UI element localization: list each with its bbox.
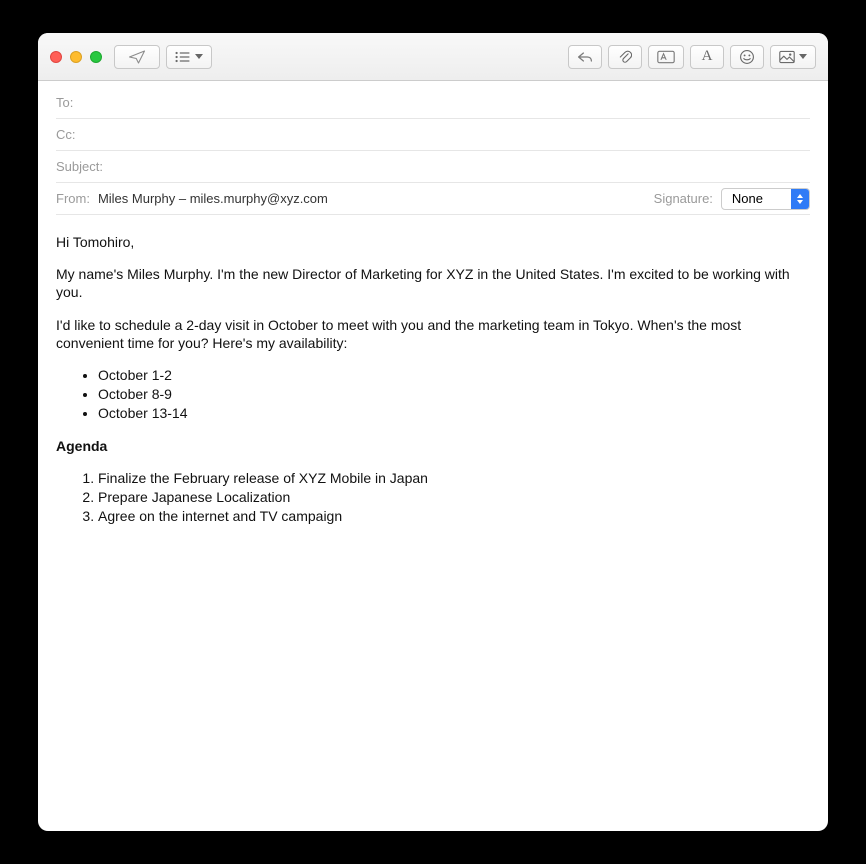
greeting: Hi Tomohiro, [56, 233, 810, 251]
font-icon: A [702, 48, 713, 65]
to-row: To: [56, 87, 810, 119]
list-item: Prepare Japanese Localization [98, 488, 810, 506]
titlebar: A [38, 33, 828, 81]
attach-button[interactable] [608, 45, 642, 69]
zoom-button[interactable] [90, 51, 102, 63]
paperclip-icon [618, 49, 632, 65]
agenda-heading: Agenda [56, 438, 107, 454]
photo-icon [779, 50, 795, 64]
cc-label: Cc: [56, 127, 76, 142]
list-item: Agree on the internet and TV campaign [98, 507, 810, 525]
to-input[interactable] [81, 95, 810, 110]
compose-window: A To: [38, 33, 828, 831]
signature-select[interactable]: None [721, 188, 810, 210]
intro-paragraph: My name's Miles Murphy. I'm the new Dire… [56, 265, 810, 301]
markup-icon [657, 50, 675, 64]
agenda-list: Finalize the February release of XYZ Mob… [98, 469, 810, 526]
markup-button[interactable] [648, 45, 684, 69]
reply-button[interactable] [568, 45, 602, 69]
toolbar-right: A [568, 45, 816, 69]
signature-value: None [722, 191, 791, 206]
emoji-button[interactable] [730, 45, 764, 69]
header-list-icon [175, 51, 191, 63]
chevron-up-down-icon [791, 189, 809, 209]
to-label: To: [56, 95, 73, 110]
list-item: Finalize the February release of XYZ Mob… [98, 469, 810, 487]
minimize-button[interactable] [70, 51, 82, 63]
cc-row: Cc: [56, 119, 810, 151]
close-button[interactable] [50, 51, 62, 63]
toolbar-left [114, 45, 212, 69]
list-item: October 8-9 [98, 385, 810, 403]
format-button[interactable]: A [690, 45, 724, 69]
reply-icon [577, 50, 593, 64]
window-controls [50, 51, 102, 63]
schedule-paragraph: I'd like to schedule a 2-day visit in Oc… [56, 316, 810, 352]
emoji-icon [739, 49, 755, 65]
list-item: October 13-14 [98, 404, 810, 422]
subject-input[interactable] [111, 159, 810, 174]
list-item: October 1-2 [98, 366, 810, 384]
availability-list: October 1-2 October 8-9 October 13-14 [98, 366, 810, 423]
subject-row: Subject: [56, 151, 810, 183]
from-value[interactable]: Miles Murphy – miles.murphy@xyz.com [98, 191, 328, 206]
header-fields-toggle[interactable] [166, 45, 212, 69]
header-fields: To: Cc: Subject: From: Miles Murphy – mi… [38, 81, 828, 215]
photo-browser-button[interactable] [770, 45, 816, 69]
send-button[interactable] [114, 45, 160, 69]
from-label: From: [56, 191, 90, 206]
cc-input[interactable] [84, 127, 811, 142]
from-row: From: Miles Murphy – miles.murphy@xyz.co… [56, 183, 810, 215]
signature-group: Signature: None [654, 188, 810, 210]
send-icon [128, 49, 146, 65]
signature-label: Signature: [654, 191, 713, 206]
subject-label: Subject: [56, 159, 103, 174]
message-body[interactable]: Hi Tomohiro, My name's Miles Murphy. I'm… [38, 215, 828, 831]
